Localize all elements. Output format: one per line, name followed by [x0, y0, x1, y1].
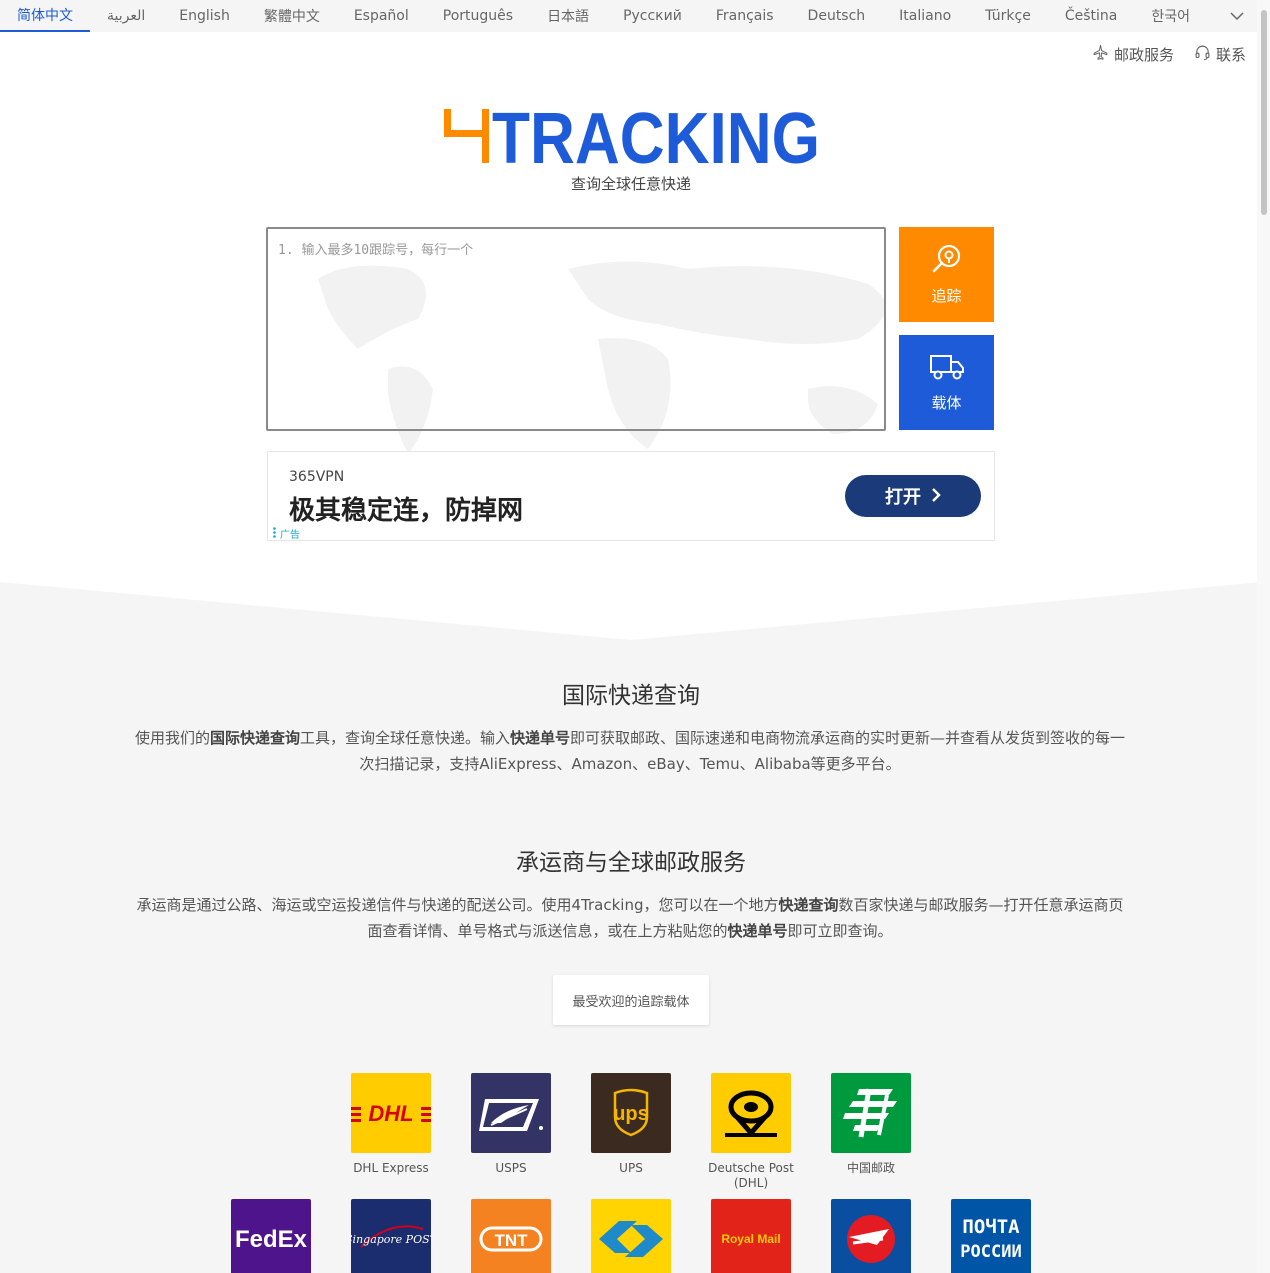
- advertisement[interactable]: 365VPN 极其稳定连，防掉网 打开 广告: [267, 451, 995, 541]
- svg-text:ups: ups: [613, 1103, 649, 1125]
- ad-headline: 极其稳定连，防掉网: [289, 496, 524, 526]
- lang-german[interactable]: Deutsch: [791, 0, 883, 32]
- track-button-label: 追踪: [931, 287, 962, 305]
- text-segment: 承运商是通过公路、海运或空运投递信件与快递的配送公司。使用4Tracking，您…: [136, 896, 779, 914]
- location-search-icon: [931, 243, 963, 279]
- text-segment: 工具，查询全球任意快递。输入: [299, 729, 510, 747]
- svg-text:Royal Mail: Royal Mail: [721, 1232, 780, 1246]
- lang-italian[interactable]: Italiano: [882, 0, 968, 32]
- airplane-icon: [1092, 44, 1109, 65]
- carrier-ups[interactable]: ups UPS: [576, 1073, 686, 1176]
- 4tracking-logo[interactable]: TRACKING: [442, 99, 822, 179]
- lang-russian[interactable]: Русский: [606, 0, 699, 32]
- canada-post-logo: [831, 1199, 911, 1273]
- carrier-singapore-post[interactable]: Singapore POST: [336, 1199, 446, 1273]
- lang-zh-hans[interactable]: 简体中文: [0, 0, 90, 32]
- ups-shield-logo: ups: [591, 1073, 671, 1153]
- svg-text:Singapore POST: Singapore POST: [351, 1233, 431, 1246]
- carrier-dhl-express[interactable]: DHL DHL Express: [336, 1073, 446, 1176]
- text-segment: 使用我们的: [134, 729, 210, 747]
- track-button[interactable]: 追踪: [899, 227, 994, 322]
- carrier-name: 中国邮政: [846, 1161, 895, 1175]
- carrier-china-post[interactable]: 中国邮政: [816, 1073, 926, 1176]
- carrier-button-label: 载体: [931, 394, 962, 412]
- fedex-logo: FedEx: [231, 1199, 311, 1273]
- lang-french[interactable]: Français: [699, 0, 791, 32]
- carrier-yellow-blue[interactable]: [576, 1199, 686, 1273]
- lang-japanese[interactable]: 日本語: [530, 0, 606, 32]
- posthorn-logo: [711, 1073, 791, 1153]
- carrier-canada-post[interactable]: [816, 1199, 926, 1273]
- carrier-name: USPS: [495, 1161, 527, 1175]
- section-divider: [0, 582, 1262, 640]
- text-segment: 即可立即查询。: [787, 922, 893, 940]
- usps-eagle-logo: [471, 1073, 551, 1153]
- section-text-international: 使用我们的国际快递查询工具，查询全球任意快递。输入快递单号即可获取邮政、国际速递…: [130, 725, 1130, 777]
- singapore-post-logo: Singapore POST: [351, 1199, 431, 1273]
- svg-text:РОССИИ: РОССИИ: [960, 1242, 1021, 1262]
- svg-text:TNT: TNT: [494, 1231, 528, 1250]
- lang-arabic[interactable]: العربية: [90, 0, 162, 32]
- link-keyword: 国际快递查询: [209, 729, 300, 747]
- ad-label-text: 广告: [280, 530, 300, 541]
- tnt-logo: TNT: [471, 1199, 551, 1273]
- contact-label: 联系: [1215, 46, 1246, 64]
- postal-service-label: 邮政服务: [1113, 46, 1174, 64]
- link-keyword: 快递单号: [727, 922, 788, 940]
- russian-post-logo: ПОЧТА РОССИИ: [951, 1199, 1031, 1273]
- tagline: 查询全球任意快递: [570, 175, 691, 193]
- ad-brand: 365VPN: [289, 469, 345, 485]
- section-text-carriers: 承运商是通过公路、海运或空运投递信件与快递的配送公司。使用4Tracking，您…: [130, 892, 1130, 944]
- carrier-name: UPS: [619, 1161, 643, 1175]
- truck-icon: [929, 352, 965, 386]
- language-bar: 简体中文 العربية English 繁體中文 Español Portug…: [0, 0, 1257, 32]
- carrier-royal-mail[interactable]: Royal Mail: [696, 1199, 806, 1273]
- tracking-number-input[interactable]: [266, 227, 886, 431]
- headset-icon: [1194, 44, 1211, 65]
- link-keyword: 快递单号: [510, 729, 571, 747]
- carrier-fedex[interactable]: FedEx: [216, 1199, 326, 1273]
- ad-label[interactable]: 广告: [273, 526, 300, 541]
- carrier-deutsche-post[interactable]: Deutsche Post (DHL): [696, 1073, 806, 1191]
- contact-link[interactable]: 联系: [1194, 44, 1246, 65]
- ad-open-label: 打开: [885, 487, 921, 508]
- svg-text:ПОЧТА: ПОЧТА: [962, 1216, 1020, 1238]
- ad-open-button[interactable]: 打开: [845, 475, 981, 517]
- link-keyword: 快递查询: [778, 896, 839, 914]
- lang-czech[interactable]: Čeština: [1048, 0, 1135, 32]
- postal-service-link[interactable]: 邮政服务: [1092, 44, 1174, 65]
- carrier-button[interactable]: 载体: [899, 335, 994, 430]
- carrier-russian-post[interactable]: ПОЧТА РОССИИ: [936, 1199, 1046, 1273]
- carrier-tnt[interactable]: TNT: [456, 1199, 566, 1273]
- popular-carriers-button[interactable]: 最受欢迎的追踪载体: [553, 975, 709, 1025]
- svg-text:TRACKING: TRACKING: [492, 105, 820, 167]
- kebab-menu-icon: [273, 526, 276, 541]
- section-title-international: 国际快递查询: [562, 683, 700, 709]
- lang-spanish[interactable]: Español: [337, 0, 426, 32]
- section-title-carriers: 承运商与全球邮政服务: [516, 850, 746, 876]
- postal-arrow-logo: [591, 1199, 671, 1273]
- lang-english[interactable]: English: [162, 0, 247, 32]
- svg-text:DHL: DHL: [368, 1101, 413, 1126]
- carrier-name: Deutsche Post (DHL): [708, 1161, 794, 1190]
- lang-portuguese[interactable]: Português: [426, 0, 530, 32]
- royal-mail-logo: Royal Mail: [711, 1199, 791, 1273]
- carrier-name: DHL Express: [353, 1161, 429, 1175]
- chevron-right-icon: [931, 486, 941, 507]
- china-post-logo: [831, 1073, 911, 1153]
- carrier-usps[interactable]: USPS: [456, 1073, 566, 1176]
- lang-turkish[interactable]: Türkçe: [968, 0, 1048, 32]
- top-links: 邮政服务 联系: [1092, 44, 1246, 65]
- lang-zh-hant[interactable]: 繁體中文: [247, 0, 337, 32]
- lang-korean[interactable]: 한국어: [1134, 0, 1207, 32]
- chevron-down-icon[interactable]: [1217, 0, 1257, 32]
- dhl-logo: DHL: [351, 1073, 431, 1153]
